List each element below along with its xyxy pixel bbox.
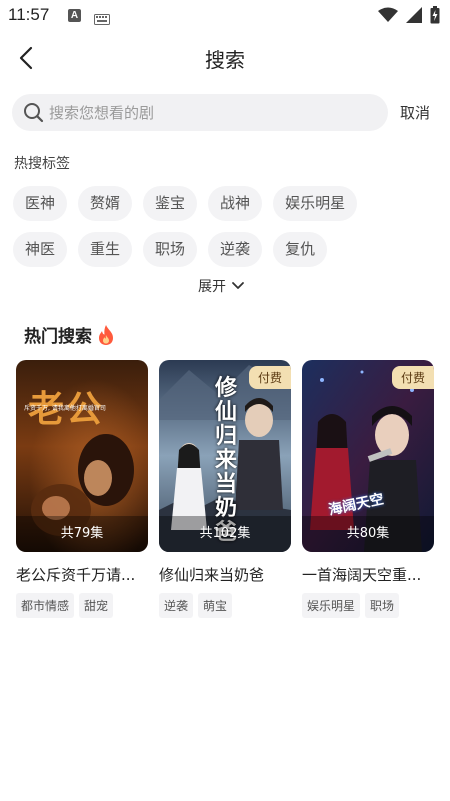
paid-badge: 付费 [248,366,291,389]
search-box[interactable] [12,94,388,131]
episode-count: 共102集 [159,516,291,552]
genre-tag[interactable]: 职场 [365,593,400,618]
genre-tags: 逆袭 萌宝 [159,593,291,618]
header: 搜索 [0,36,450,80]
tag-item[interactable]: 鉴宝 [143,186,198,221]
drama-card[interactable]: 老公 斥资千万, 请我离他打离婚官司 共79集 老公斥资千万请... 都市情感 … [16,360,148,618]
expand-label: 展开 [198,279,226,295]
search-input[interactable] [49,94,369,131]
episode-count: 共79集 [16,516,148,552]
episode-count: 共80集 [302,516,434,552]
tag-item[interactable]: 逆袭 [208,232,263,267]
genre-tag[interactable]: 甜宠 [79,593,114,618]
notification-a-icon: A [68,9,81,22]
chevron-down-icon [232,282,244,289]
tag-item[interactable]: 娱乐明星 [273,186,358,221]
drama-card[interactable]: 修仙归来当奶爸 付费 共102集 修仙归来当奶爸 逆袭 萌宝 [159,360,291,618]
tag-item[interactable]: 复仇 [273,232,328,267]
tag-item[interactable]: 职场 [143,232,198,267]
wifi-icon [378,7,398,27]
poster-subtitle-text: 斥资千万, 请我离他打离婚官司 [24,405,106,412]
hot-tags: 医神 赘婿 鉴宝 战神 娱乐明星 神医 重生 职场 逆袭 复仇 [13,186,438,278]
tag-item[interactable]: 赘婿 [78,186,133,221]
tag-item[interactable]: 重生 [78,232,133,267]
battery-icon [430,6,440,28]
cancel-button[interactable]: 取消 [400,102,430,123]
genre-tag[interactable]: 娱乐明星 [302,593,361,618]
genre-tag[interactable]: 逆袭 [159,593,194,618]
genre-tag[interactable]: 萌宝 [198,593,233,618]
tag-item[interactable]: 医神 [13,186,68,221]
tag-item[interactable]: 战神 [208,186,263,221]
drama-title: 老公斥资千万请... [16,566,136,584]
genre-tags: 娱乐明星 职场 [302,593,434,618]
genre-tag[interactable]: 都市情感 [16,593,75,618]
hot-tags-label: 热搜标签 [14,156,70,172]
signal-icon [406,7,422,27]
tag-row-1: 医神 赘婿 鉴宝 战神 娱乐明星 [13,186,438,221]
expand-button[interactable]: 展开 [198,276,245,296]
drama-poster: 修仙归来当奶爸 付费 共102集 [159,360,291,552]
search-icon [24,103,44,123]
page-title: 搜索 [205,48,245,72]
drama-card[interactable]: 海阔天空 付费 共80集 一首海阔天空重... 娱乐明星 职场 [302,360,434,618]
status-bar: 11:57 A [0,0,450,32]
genre-tags: 都市情感 甜宠 [16,593,148,618]
drama-poster: 海阔天空 付费 共80集 [302,360,434,552]
fire-icon [99,324,113,345]
keyboard-icon [94,10,110,29]
status-time: 11:57 [8,5,50,24]
drama-title: 修仙归来当奶爸 [159,566,265,584]
drama-poster: 老公 斥资千万, 请我离他打离婚官司 共79集 [16,360,148,552]
paid-badge: 付费 [391,366,434,389]
tag-item[interactable]: 神医 [13,232,68,267]
drama-title: 一首海阔天空重... [302,566,422,584]
hot-search-title: 热门搜索 [24,322,116,347]
tag-row-2: 神医 重生 职场 逆袭 复仇 [13,232,438,267]
hot-search-label: 热门搜索 [24,327,92,347]
